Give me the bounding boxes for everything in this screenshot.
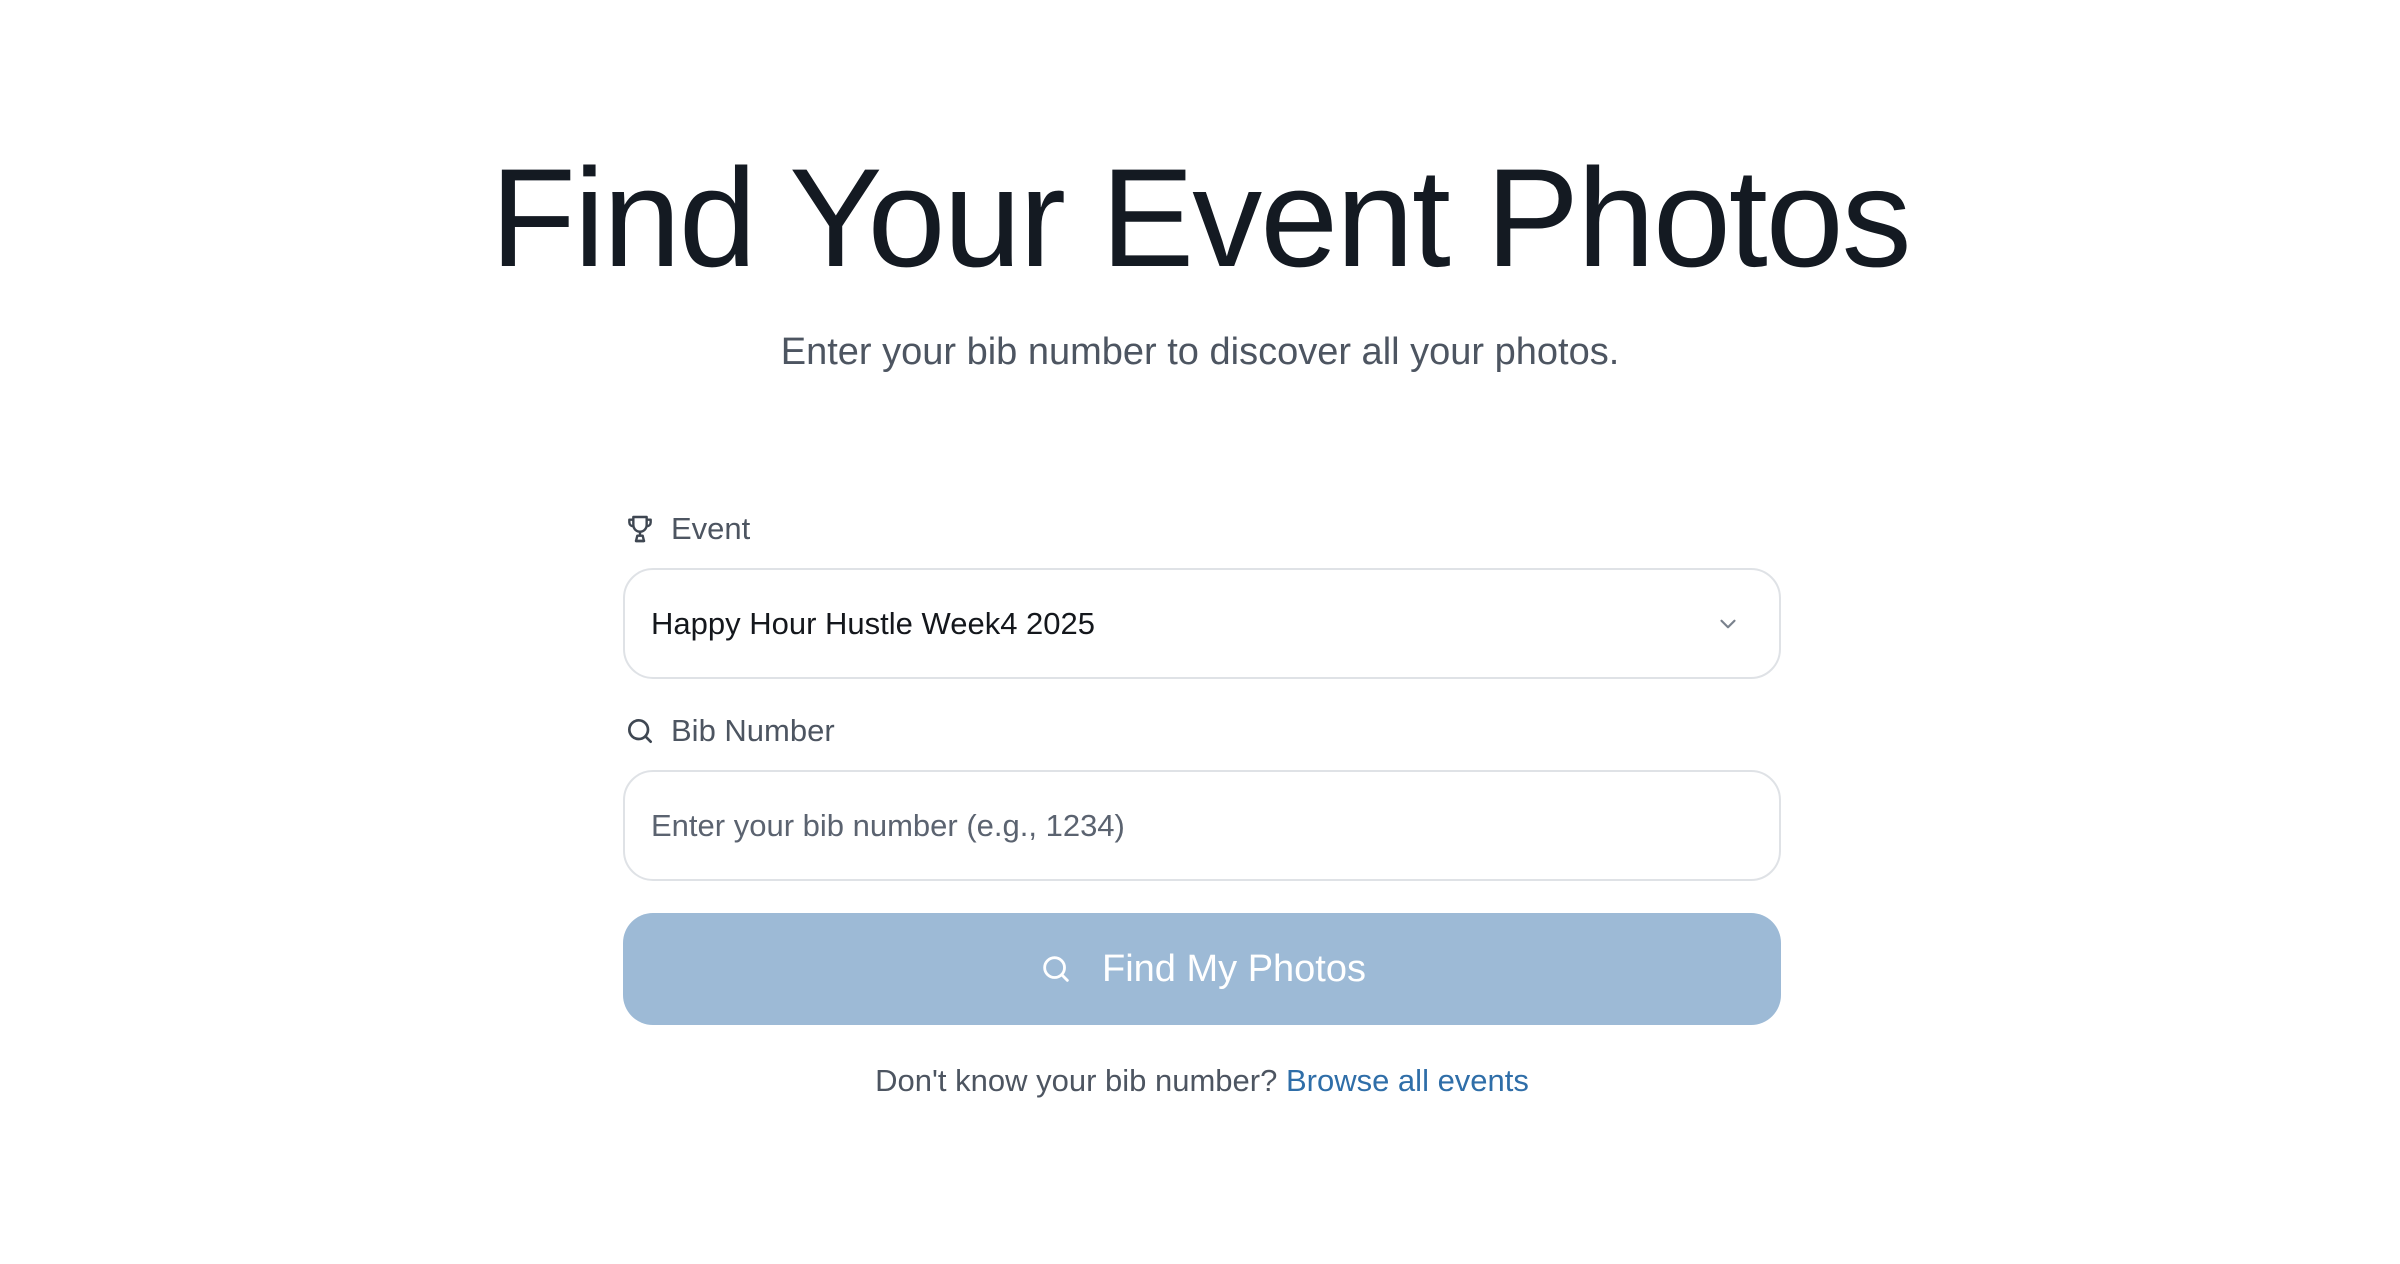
event-select-value: Happy Hour Hustle Week4 2025 — [651, 605, 1096, 641]
chevron-down-icon — [1711, 607, 1745, 641]
find-my-photos-label: Find My Photos — [1102, 947, 1366, 990]
bib-number-input[interactable] — [623, 770, 1781, 881]
search-icon — [623, 714, 657, 748]
find-my-photos-button[interactable]: Find My Photos — [623, 913, 1781, 1025]
event-label-text: Event — [671, 511, 751, 546]
help-text: Don't know your bib number? — [875, 1063, 1286, 1098]
browse-all-events-link[interactable]: Browse all events — [1286, 1063, 1529, 1098]
event-label: Event — [623, 505, 750, 553]
search-icon — [1038, 951, 1074, 987]
trophy-icon — [623, 512, 657, 546]
bib-number-label: Bib Number — [623, 707, 835, 755]
help-line: Don't know your bib number? Browse all e… — [623, 1057, 1781, 1105]
event-select[interactable]: Happy Hour Hustle Week4 2025 — [623, 568, 1781, 679]
page-subtitle: Enter your bib number to discover all yo… — [780, 331, 1620, 373]
bib-number-label-text: Bib Number — [671, 713, 835, 748]
page-title: Find Your Event Photos — [490, 139, 1911, 296]
page: Find Your Event Photos Enter your bib nu… — [0, 0, 2400, 1264]
